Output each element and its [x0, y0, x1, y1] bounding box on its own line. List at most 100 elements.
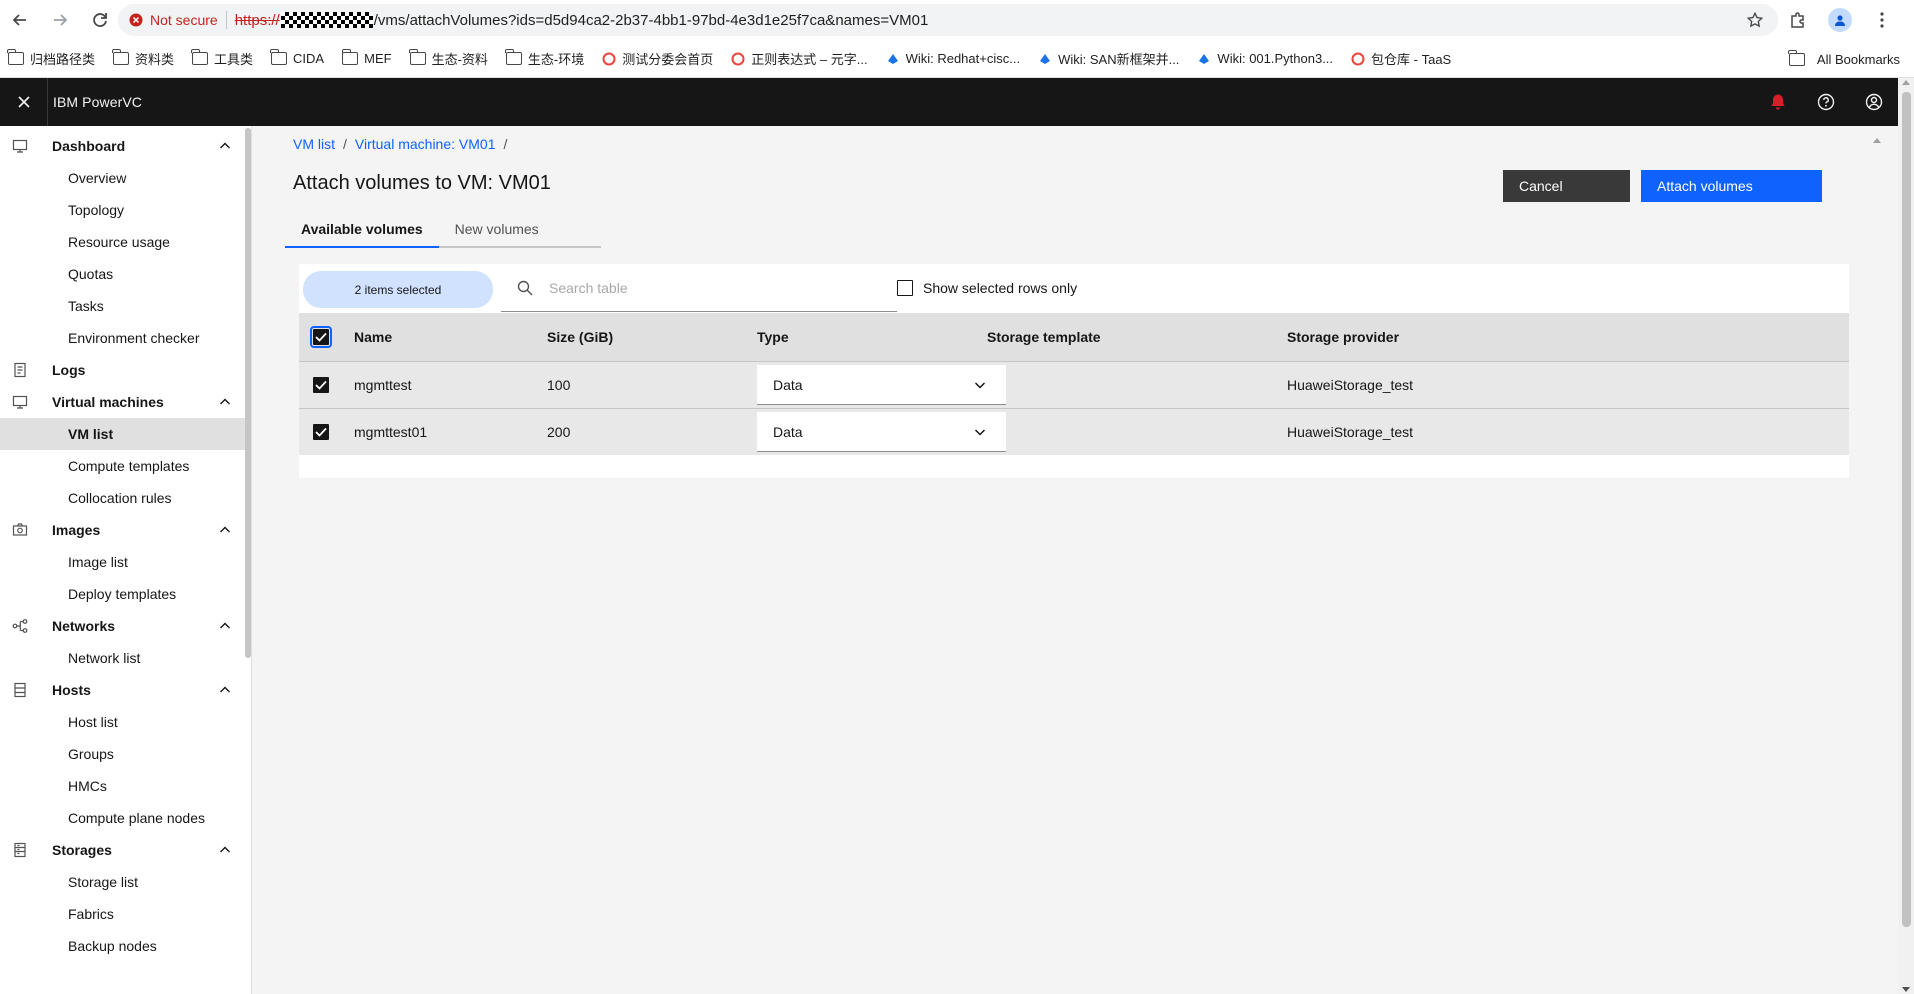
bookmark-item[interactable]: 生态-环境 [505, 49, 584, 68]
site-icon [602, 52, 616, 66]
column-header-type[interactable]: Type [757, 313, 789, 361]
sidebar-section-virtual-machines[interactable]: Virtual machines [0, 386, 251, 418]
scrollbar-thumb[interactable] [1902, 92, 1911, 927]
sidebar-section-logs[interactable]: Logs [0, 354, 251, 386]
sidebar-item-resource-usage[interactable]: Resource usage [0, 226, 251, 258]
sidebar-item-groups[interactable]: Groups [0, 738, 251, 770]
attach-volumes-button[interactable]: Attach volumes [1641, 170, 1822, 202]
row-checkbox[interactable] [313, 424, 329, 440]
chevron-up-icon[interactable] [217, 618, 233, 634]
chevron-up-icon[interactable] [217, 682, 233, 698]
back-button[interactable] [0, 0, 40, 40]
close-side-nav-button[interactable] [0, 78, 48, 126]
bookmark-item[interactable]: Wiki: SAN新框架并... [1038, 49, 1179, 68]
column-header-name[interactable]: Name [354, 313, 392, 361]
sidebar-item-backup-nodes[interactable]: Backup nodes [0, 930, 251, 962]
bookmark-item[interactable]: Wiki: Redhat+cisc... [886, 51, 1020, 66]
volume-type-dropdown[interactable]: Data [757, 365, 1006, 405]
bookmark-item[interactable]: CIDA [270, 49, 324, 66]
bookmark-item[interactable]: 归档路径类 [7, 49, 95, 68]
reload-button[interactable] [80, 0, 120, 40]
page-scrollbar[interactable] [1898, 78, 1914, 994]
all-bookmarks-button[interactable]: All Bookmarks [1788, 40, 1900, 78]
sidebar-item-fabrics[interactable]: Fabrics [0, 898, 251, 930]
column-header-size[interactable]: Size (GiB) [547, 313, 613, 361]
sidebar-item-host-list[interactable]: Host list [0, 706, 251, 738]
cancel-button[interactable]: Cancel [1503, 170, 1630, 202]
sidebar-item-hmcs[interactable]: HMCs [0, 770, 251, 802]
sidebar-item-quotas[interactable]: Quotas [0, 258, 251, 290]
sidebar-item-compute-templates[interactable]: Compute templates [0, 450, 251, 482]
chevron-up-icon[interactable] [217, 842, 233, 858]
scroll-up-arrow[interactable] [1902, 80, 1910, 85]
folder-icon [341, 49, 359, 65]
search-input[interactable]: Search table [549, 280, 628, 296]
sidebar-item-tasks[interactable]: Tasks [0, 290, 251, 322]
show-selected-toggle[interactable]: Show selected rows only [897, 264, 1077, 312]
profile-button[interactable] [1822, 2, 1858, 38]
side-nav-scrollbar[interactable] [245, 128, 251, 658]
sidebar-section-label: Logs [52, 362, 86, 378]
tab-new-volumes[interactable]: New volumes [438, 212, 601, 248]
redacted-host [280, 12, 373, 28]
bookmark-item[interactable]: 生态-资料 [408, 49, 488, 68]
sidebar-item-collocation-rules[interactable]: Collocation rules [0, 482, 251, 514]
address-bar[interactable]: Not secure https:// /vms/attachVolumes?i… [118, 4, 1778, 36]
sidebar-item-image-list[interactable]: Image list [0, 546, 251, 578]
tab-available-volumes[interactable]: Available volumes [285, 212, 439, 248]
chevron-up-icon[interactable] [217, 138, 233, 154]
sidebar-item-compute-plane-nodes[interactable]: Compute plane nodes [0, 802, 251, 834]
bookmark-item[interactable]: 正则表达式 – 元字... [731, 49, 868, 68]
column-header-storage-template[interactable]: Storage template [987, 313, 1101, 361]
notifications-button[interactable] [1754, 78, 1802, 126]
column-header-storage-provider[interactable]: Storage provider [1287, 313, 1399, 361]
sidebar-item-deploy-templates[interactable]: Deploy templates [0, 578, 251, 610]
select-all-checkbox[interactable] [310, 326, 332, 348]
security-label[interactable]: Not secure [150, 12, 218, 28]
chevron-down-icon [974, 429, 986, 436]
bookmark-item[interactable]: 测试分委会首页 [602, 49, 713, 68]
storage-provider: HuaweiStorage_test [1287, 377, 1414, 393]
volume-type-dropdown[interactable]: Data [757, 412, 1006, 452]
forward-button[interactable] [40, 0, 80, 40]
bookmark-item[interactable]: Wiki: 001.Python3... [1197, 51, 1333, 66]
extensions-button[interactable] [1780, 2, 1816, 38]
sidebar-item-network-list[interactable]: Network list [0, 642, 251, 674]
avatar [1828, 8, 1852, 32]
volume-type-cell: Data [757, 362, 1006, 408]
bookmark-item[interactable]: 资料类 [112, 49, 174, 68]
bookmark-star-icon[interactable] [1746, 11, 1764, 29]
chevron-up-icon[interactable] [217, 522, 233, 538]
sidebar-item-topology[interactable]: Topology [0, 194, 251, 226]
breadcrumb-vm-list[interactable]: VM list [293, 136, 335, 152]
bookmark-item[interactable]: 包仓库 - TaaS [1351, 49, 1451, 68]
log-icon [12, 362, 28, 378]
bookmark-item[interactable]: 工具类 [191, 49, 253, 68]
breadcrumb-virtual-machine[interactable]: Virtual machine: VM01 [355, 136, 496, 152]
table-row[interactable]: mgmttest01 200 Data HuaweiStorage_test [299, 408, 1849, 455]
table-row[interactable]: mgmttest 100 Data HuaweiStorage_test [299, 361, 1849, 408]
volume-name: mgmttest [354, 377, 412, 393]
sidebar-item-environment-checker[interactable]: Environment checker [0, 322, 251, 354]
sidebar-item-storage-list[interactable]: Storage list [0, 866, 251, 898]
user-profile-button[interactable] [1850, 78, 1898, 126]
bookmark-item[interactable]: MEF [341, 49, 392, 66]
sidebar-section-images[interactable]: Images [0, 514, 251, 546]
app-brand[interactable]: IBM PowerVC [53, 94, 142, 110]
browser-menu-button[interactable] [1864, 2, 1900, 38]
sidebar-section-networks[interactable]: Networks [0, 610, 251, 642]
sidebar-item-vm-list[interactable]: VM list [0, 418, 251, 450]
sidebar-item-overview[interactable]: Overview [0, 162, 251, 194]
help-button[interactable] [1802, 78, 1850, 126]
show-selected-checkbox[interactable] [897, 280, 913, 296]
folder-icon [270, 49, 288, 65]
chevron-up-icon[interactable] [217, 394, 233, 410]
bell-icon [1771, 94, 1785, 110]
sidebar-section-dashboard[interactable]: Dashboard [0, 130, 251, 162]
content-scroll-up-arrow[interactable] [1873, 138, 1881, 143]
table-search[interactable]: Search table [501, 264, 897, 312]
sidebar-section-storages[interactable]: Storages [0, 834, 251, 866]
sidebar-section-hosts[interactable]: Hosts [0, 674, 251, 706]
scroll-down-arrow[interactable] [1902, 987, 1910, 992]
row-checkbox[interactable] [313, 377, 329, 393]
